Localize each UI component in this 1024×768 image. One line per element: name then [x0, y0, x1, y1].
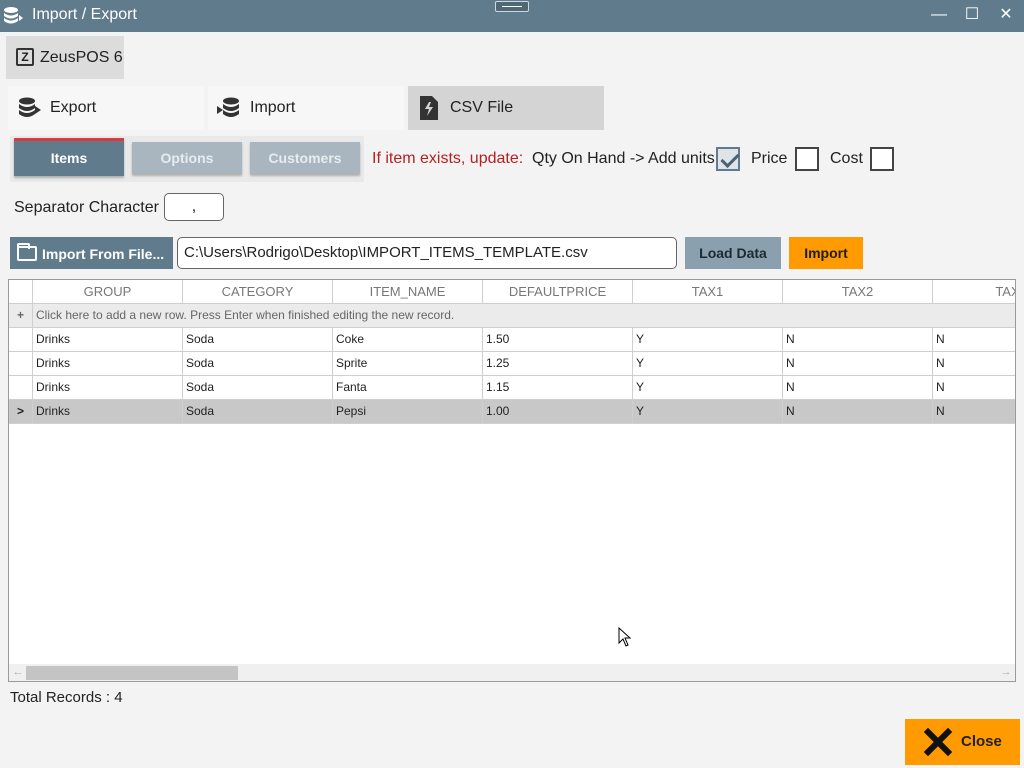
table-cell[interactable]: Soda [183, 352, 333, 376]
cost-checkbox[interactable] [870, 147, 894, 171]
table-cell[interactable]: Drinks [33, 400, 183, 424]
table-cell[interactable]: 1.50 [483, 328, 633, 352]
subtab-customers[interactable]: Customers [250, 142, 360, 174]
close-icon [923, 727, 953, 757]
column-header[interactable]: ITEM_NAME [333, 280, 483, 304]
horizontal-scrollbar[interactable]: ← → [9, 664, 1015, 681]
table-cell[interactable]: N [783, 376, 933, 400]
minimize-button[interactable]: — [927, 4, 951, 26]
table-cell[interactable]: Y [633, 400, 783, 424]
price-label: Price [751, 150, 788, 167]
table-cell[interactable]: Soda [183, 400, 333, 424]
grid-header-row[interactable]: GROUP CATEGORY ITEM_NAME DEFAULTPRICE TAX1 TA… [9, 280, 1015, 304]
import-button[interactable]: Import [789, 237, 863, 269]
database-icon [4, 7, 23, 24]
price-checkbox[interactable] [795, 147, 819, 171]
row-indicator[interactable]: > [9, 400, 33, 424]
title-bar: Import / Export — ☐ ✕ [0, 0, 1024, 32]
scroll-left-icon[interactable]: ← [11, 665, 25, 679]
qty-on-hand-label: Qty On Hand -> Add units [532, 150, 715, 167]
tab-export[interactable]: Export [8, 86, 204, 130]
drag-handle[interactable] [495, 1, 529, 12]
separator-label: Separator Character [14, 199, 159, 216]
database-export-icon [19, 97, 41, 117]
table-cell[interactable]: Drinks [33, 376, 183, 400]
table-cell[interactable]: 1.25 [483, 352, 633, 376]
table-row[interactable]: Drinks Soda Fanta 1.15 Y N N [9, 376, 1015, 400]
row-indicator[interactable] [9, 328, 33, 352]
table-cell[interactable]: Drinks [33, 328, 183, 352]
close-label: Close [961, 733, 1002, 750]
table-cell[interactable]: N [783, 352, 933, 376]
column-header[interactable]: CATEGORY [183, 280, 333, 304]
table-cell[interactable]: N [933, 376, 1015, 400]
column-header[interactable]: TAX1 [633, 280, 783, 304]
column-header[interactable]: TAX2 [783, 280, 933, 304]
table-cell[interactable]: Pepsi [333, 400, 483, 424]
table-cell[interactable]: Fanta [333, 376, 483, 400]
column-header[interactable]: TAX [933, 280, 1015, 304]
table-cell[interactable]: Coke [333, 328, 483, 352]
brand-tab[interactable]: Z ZeusPOS 6 [6, 36, 124, 79]
load-data-button[interactable]: Load Data [685, 237, 781, 269]
subtab-bar: Items Options Customers [10, 136, 364, 182]
table-cell[interactable]: N [933, 400, 1015, 424]
table-cell[interactable]: Y [633, 328, 783, 352]
separator-input[interactable]: , [164, 193, 224, 221]
table-cell[interactable]: Y [633, 376, 783, 400]
maximize-button[interactable]: ☐ [960, 4, 984, 26]
import-from-file-button[interactable]: Import From File... [10, 237, 173, 269]
import-from-file-label: Import From File... [42, 246, 165, 262]
table-cell[interactable]: Drinks [33, 352, 183, 376]
table-cell[interactable]: 1.15 [483, 376, 633, 400]
table-cell[interactable]: Soda [183, 376, 333, 400]
data-grid[interactable]: GROUP CATEGORY ITEM_NAME DEFAULTPRICE TAX1 TA… [8, 279, 1016, 682]
file-path-input[interactable]: C:\Users\Rodrigo\Desktop\IMPORT_ITEMS_TE… [177, 237, 677, 269]
folder-icon [17, 243, 37, 261]
row-indicator[interactable] [9, 376, 33, 400]
window-title: Import / Export [32, 6, 137, 23]
table-cell[interactable]: N [783, 328, 933, 352]
tab-import[interactable]: Import [208, 86, 404, 130]
scroll-right-icon[interactable]: → [999, 665, 1013, 679]
close-window-button[interactable]: ✕ [994, 4, 1018, 26]
tab-csv-file[interactable]: CSV File [408, 86, 604, 130]
cost-label: Cost [830, 150, 863, 167]
column-header[interactable]: GROUP [33, 280, 183, 304]
table-cell[interactable]: 1.00 [483, 400, 633, 424]
update-prompt: If item exists, update: [372, 150, 524, 167]
table-cell[interactable]: Sprite [333, 352, 483, 376]
zeus-logo-icon: Z [16, 48, 34, 66]
csv-file-icon [420, 96, 438, 120]
table-cell[interactable]: N [933, 328, 1015, 352]
table-cell[interactable]: N [783, 400, 933, 424]
header-corner-cell[interactable] [9, 280, 33, 304]
database-import-icon [217, 97, 239, 117]
subtab-items[interactable]: Items [14, 138, 124, 176]
qty-on-hand-checkbox[interactable] [716, 147, 740, 171]
tab-import-label: Import [250, 99, 296, 116]
mouse-cursor-icon [618, 627, 632, 647]
table-cell[interactable]: N [933, 352, 1015, 376]
table-row[interactable]: Drinks Soda Sprite 1.25 Y N N [9, 352, 1015, 376]
tab-csv-file-label: CSV File [450, 99, 514, 116]
table-row[interactable]: > Drinks Soda Pepsi 1.00 Y N N [9, 400, 1015, 424]
add-row-icon[interactable]: + [9, 304, 33, 328]
table-cell[interactable]: Soda [183, 328, 333, 352]
close-button[interactable]: Close [905, 719, 1020, 765]
tab-export-label: Export [50, 99, 97, 116]
row-indicator[interactable] [9, 352, 33, 376]
new-row[interactable]: + Click here to add a new row. Press Ente… [9, 304, 1015, 328]
brand-label: ZeusPOS 6 [40, 49, 123, 66]
table-cell[interactable]: Y [633, 352, 783, 376]
table-row[interactable]: Drinks Soda Coke 1.50 Y N N [9, 328, 1015, 352]
subtab-options[interactable]: Options [132, 142, 242, 174]
new-row-hint[interactable]: Click here to add a new row. Press Enter… [33, 304, 1015, 328]
scroll-thumb[interactable] [26, 666, 238, 680]
total-records: Total Records : 4 [10, 689, 123, 706]
column-header[interactable]: DEFAULTPRICE [483, 280, 633, 304]
